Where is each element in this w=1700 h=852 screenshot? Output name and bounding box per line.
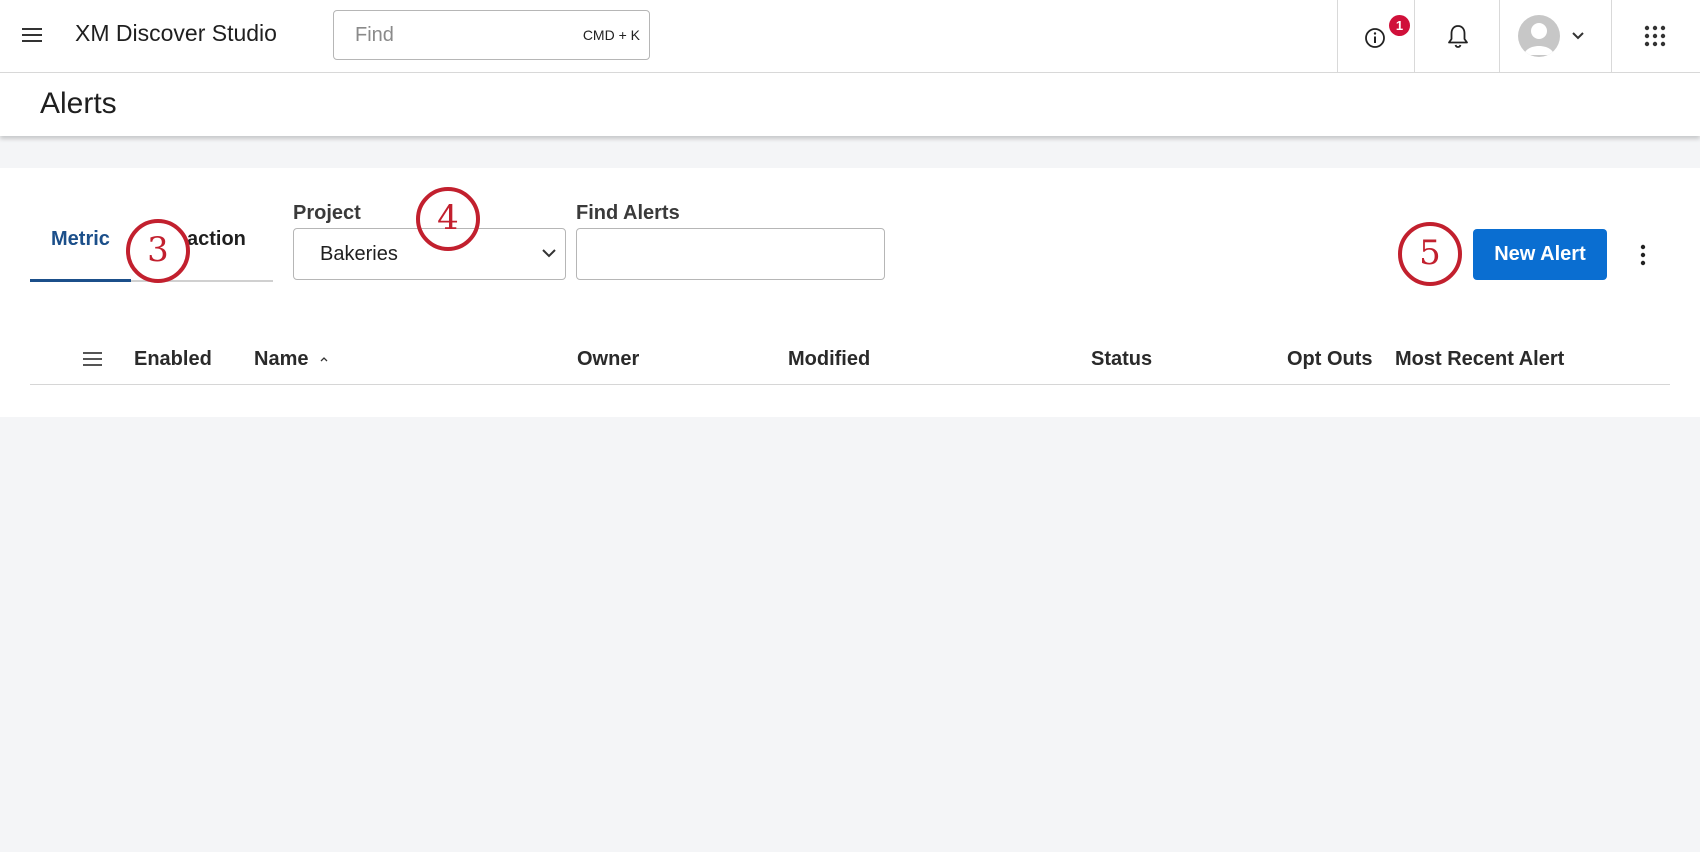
top-navigation-bar: XM Discover Studio CMD + K 1 bbox=[0, 0, 1700, 73]
callout-3: 3 bbox=[126, 219, 190, 283]
chevron-down-icon[interactable] bbox=[1571, 31, 1585, 41]
find-alerts-input[interactable] bbox=[576, 228, 885, 280]
global-search: CMD + K bbox=[333, 10, 650, 60]
sort-ascending-icon bbox=[320, 357, 328, 362]
column-header-modified[interactable]: Modified bbox=[788, 348, 870, 371]
page-title: Alerts bbox=[40, 87, 117, 120]
column-header-status[interactable]: Status bbox=[1091, 348, 1152, 371]
column-header-most-recent-alert[interactable]: Most Recent Alert bbox=[1395, 348, 1564, 371]
chevron-down-icon bbox=[542, 249, 556, 258]
column-header-owner[interactable]: Owner bbox=[577, 348, 639, 371]
avatar[interactable] bbox=[1518, 15, 1560, 57]
table-header-divider bbox=[30, 384, 1670, 385]
divider bbox=[1611, 0, 1612, 72]
divider bbox=[1337, 0, 1338, 72]
tab-metric[interactable]: Metric bbox=[51, 228, 110, 251]
find-alerts-label: Find Alerts bbox=[576, 202, 680, 224]
bell-icon[interactable] bbox=[1447, 24, 1469, 49]
search-input[interactable] bbox=[335, 12, 555, 58]
alerts-panel: Metric action Project Bakeries Find Aler… bbox=[0, 168, 1700, 417]
column-header-opt-outs[interactable]: Opt Outs bbox=[1287, 348, 1373, 371]
notification-badge: 1 bbox=[1389, 15, 1410, 36]
user-silhouette-icon bbox=[1524, 23, 1554, 55]
divider bbox=[1499, 0, 1500, 72]
divider bbox=[1414, 0, 1415, 72]
column-header-name[interactable]: Name bbox=[254, 348, 308, 371]
callout-5: 5 bbox=[1398, 222, 1462, 286]
page-header: Alerts bbox=[0, 73, 1700, 136]
tab-transaction[interactable]: action bbox=[187, 228, 246, 251]
more-options-icon[interactable] bbox=[1638, 243, 1648, 267]
info-icon[interactable] bbox=[1364, 27, 1386, 49]
column-header-enabled[interactable]: Enabled bbox=[134, 348, 212, 371]
app-title: XM Discover Studio bbox=[75, 20, 277, 46]
app-grid-icon[interactable] bbox=[1644, 25, 1666, 47]
active-tab-indicator bbox=[30, 279, 131, 282]
new-alert-button[interactable]: New Alert bbox=[1473, 229, 1607, 280]
menu-icon[interactable] bbox=[22, 26, 42, 44]
search-shortcut-hint: CMD + K bbox=[582, 27, 640, 43]
callout-4: 4 bbox=[416, 187, 480, 251]
project-label: Project bbox=[293, 202, 361, 224]
project-select-value: Bakeries bbox=[320, 243, 398, 265]
column-menu-icon[interactable] bbox=[83, 351, 102, 367]
